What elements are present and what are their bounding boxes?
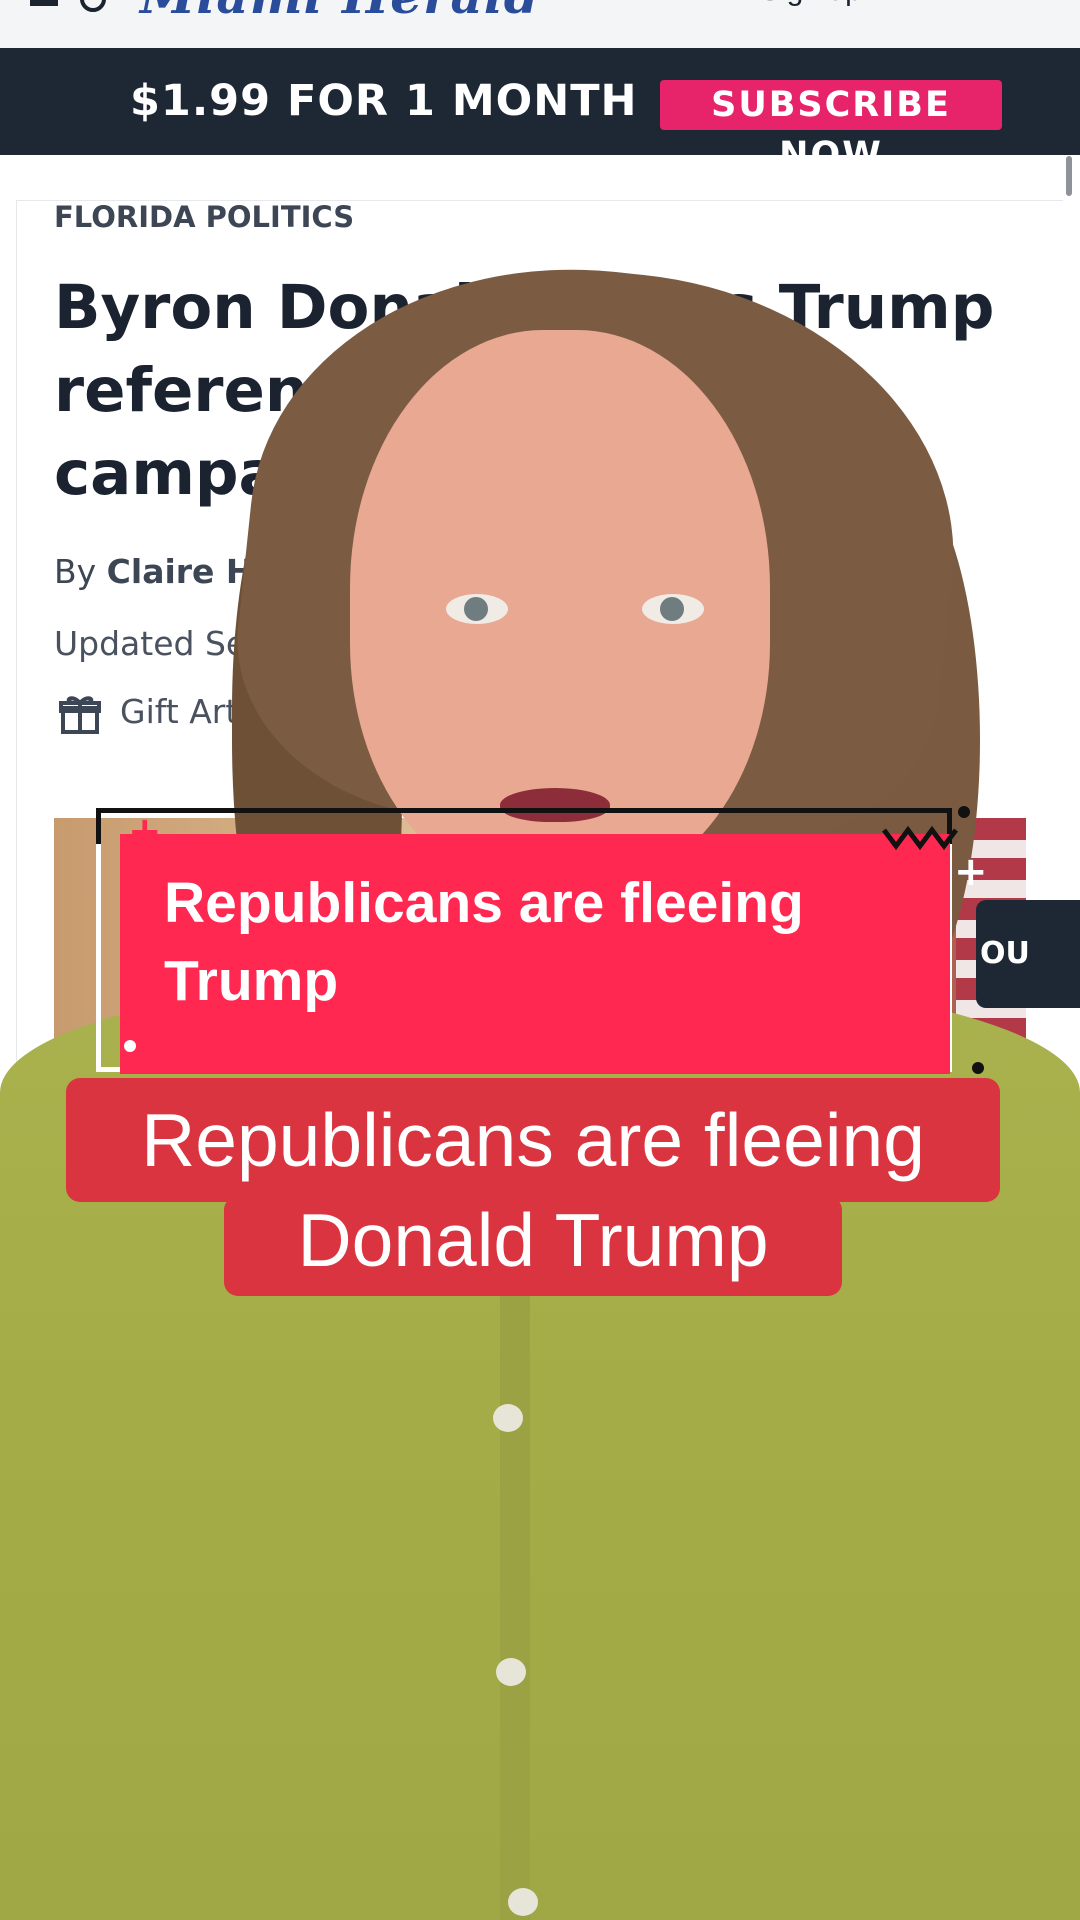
subscribe-button[interactable]: SUBSCRIBE NOW [660, 80, 1002, 175]
scrollbar-thumb[interactable] [1066, 156, 1072, 196]
caption-sticker-text: Republicans are fleeing Trump [164, 871, 804, 1013]
search-icon[interactable] [80, 0, 106, 12]
section-kicker[interactable]: FLORIDA POLITICS [54, 200, 354, 234]
masthead-logo[interactable]: Miami Herald [140, 0, 540, 25]
hamburger-icon[interactable] [30, 0, 58, 6]
plus-icon: + [954, 849, 988, 895]
dot-icon [972, 1062, 984, 1074]
subtitle-text: Republicans are fleeing Donald Trump [66, 1090, 1000, 1290]
gift-icon[interactable] [58, 692, 102, 736]
updated-timestamp: Updated Se [54, 624, 247, 663]
side-tab-button[interactable]: OU [976, 900, 1080, 1008]
bureau-text: reau [854, 552, 930, 591]
caption-sticker[interactable]: Republicans are fleeing Trump [120, 834, 950, 1074]
gift-article-button[interactable]: Gift Arti [120, 692, 247, 731]
promo-offer-text: $1.99 FOR 1 MONTH [130, 76, 638, 126]
author-link[interactable]: Claire Hed [107, 552, 300, 591]
subtitle-line1: Republicans are fleeing [141, 1098, 925, 1182]
dot-icon [124, 1040, 136, 1052]
byline-prefix: By [54, 552, 97, 591]
article-headline: Byron Donalds nixes Trump references fro… [54, 272, 995, 509]
byline: By Claire Hed reau [54, 552, 974, 591]
screen: Miami Herald Sign up $1.99 FOR 1 MONTH S… [0, 0, 1080, 1920]
plus-icon: + [128, 809, 162, 855]
subtitle-line2: Donald Trump [297, 1198, 769, 1282]
zigzag-icon [882, 826, 958, 850]
site-header: Miami Herald Sign up [0, 0, 1080, 49]
sign-in-link[interactable]: Sign up [760, 0, 862, 8]
promo-banner: $1.99 FOR 1 MONTH SUBSCRIBE NOW [0, 48, 1080, 175]
dot-icon [958, 806, 970, 818]
